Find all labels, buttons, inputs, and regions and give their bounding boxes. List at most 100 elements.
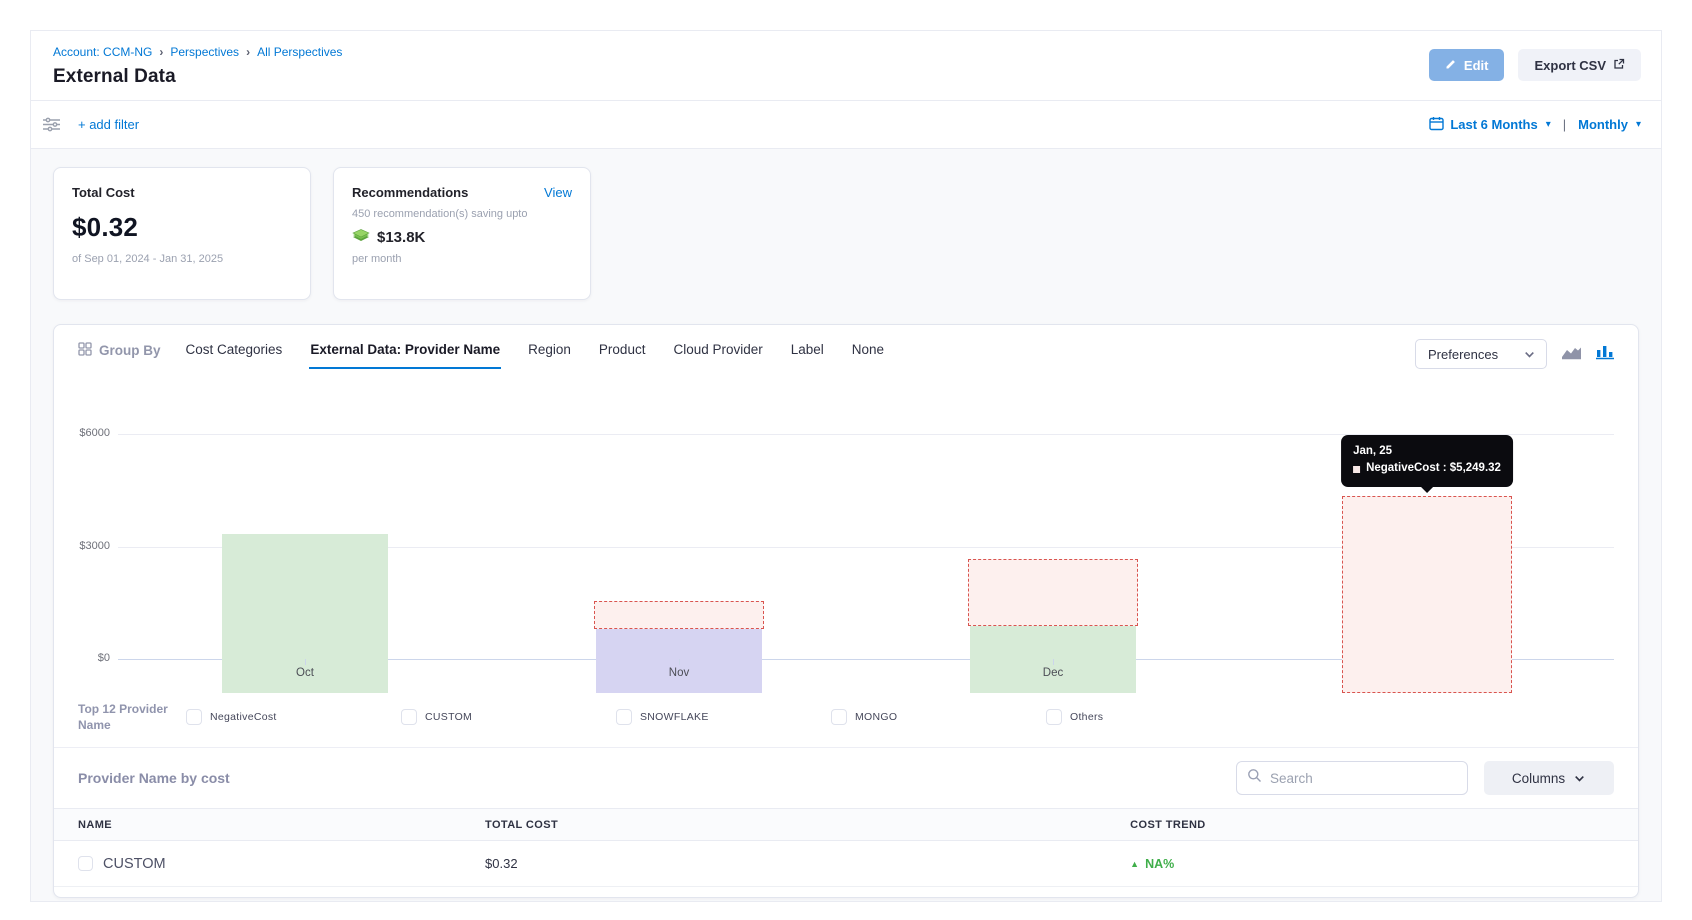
legend-swatch-icon xyxy=(401,709,417,725)
legend-swatch-icon xyxy=(186,709,202,725)
chevron-down-icon xyxy=(1573,772,1586,785)
legend-swatch-icon xyxy=(616,709,632,725)
view-recommendations-link[interactable]: View xyxy=(544,185,572,200)
group-by-tab[interactable]: Product xyxy=(598,339,647,369)
app-root: Account: CCM-NG › Perspectives › All Per… xyxy=(30,30,1662,902)
bar-chart-toggle-icon[interactable] xyxy=(1596,343,1614,365)
legend-swatch-icon xyxy=(1046,709,1062,725)
legend-item-others[interactable]: Others xyxy=(1046,709,1261,725)
legend-items: NegativeCost CUSTOM SNOWFLAKE MONGO Others xyxy=(186,709,1614,725)
total-cost-card: Total Cost $0.32 of Sep 01, 2024 - Jan 3… xyxy=(53,167,311,300)
recommendations-card: Recommendations View 450 recommendation(… xyxy=(333,167,591,300)
group-by-tab[interactable]: Region xyxy=(527,339,572,369)
x-axis-label: Dec xyxy=(1043,667,1063,679)
edit-button[interactable]: Edit xyxy=(1429,49,1505,81)
export-csv-button[interactable]: Export CSV xyxy=(1518,49,1641,81)
chevron-down-icon xyxy=(1523,348,1536,361)
x-axis-tick xyxy=(679,659,680,665)
summary-cards: Total Cost $0.32 of Sep 01, 2024 - Jan 3… xyxy=(53,167,1639,300)
recommendations-label: Recommendations xyxy=(352,185,468,200)
preferences-dropdown[interactable]: Preferences xyxy=(1415,339,1547,369)
area-chart-toggle-icon[interactable] xyxy=(1561,343,1582,365)
cost-chart: Jan, 25 NegativeCost : $5,249.32 $0$3000… xyxy=(54,399,1638,693)
y-axis-label: $6000 xyxy=(70,427,110,439)
perspective-chart-card: Group By Cost Categories External Data: P… xyxy=(53,324,1639,898)
granularity-label: Monthly xyxy=(1578,117,1628,132)
group-by-row: Group By Cost Categories External Data: P… xyxy=(54,325,1638,371)
column-header-cost-trend: COST TREND xyxy=(1130,819,1614,831)
group-by-tabs: Cost Categories External Data: Provider N… xyxy=(185,339,886,369)
legend-label: SNOWFLAKE xyxy=(640,711,709,723)
search-box xyxy=(1236,761,1468,795)
filter-bar: + add filter Last 6 Months ▾ | Monthly ▾ xyxy=(31,101,1661,149)
calendar-icon xyxy=(1429,116,1444,134)
legend-item-mongo[interactable]: MONGO xyxy=(831,709,1046,725)
bar-segment-negativecost[interactable] xyxy=(1342,496,1512,693)
x-axis-label: Nov xyxy=(669,667,689,679)
provider-color-swatch xyxy=(78,856,93,871)
caret-down-icon: ▾ xyxy=(1546,119,1551,130)
column-header-total-cost: TOTAL COST xyxy=(485,819,1130,831)
group-by-tab[interactable]: External Data: Provider Name xyxy=(309,339,501,369)
total-cost-label: Total Cost xyxy=(72,185,292,200)
filter-sliders-icon[interactable] xyxy=(43,117,60,132)
breadcrumb-separator-icon: › xyxy=(246,45,250,59)
export-csv-label: Export CSV xyxy=(1534,58,1606,73)
search-input[interactable] xyxy=(1270,771,1457,786)
preferences-label: Preferences xyxy=(1428,347,1498,362)
x-axis-tick xyxy=(305,659,306,665)
recommendations-summary: 450 recommendation(s) saving upto xyxy=(352,208,572,220)
total-cost-value: $0.32 xyxy=(72,212,292,243)
chart-tooltip: Jan, 25 NegativeCost : $5,249.32 xyxy=(1341,435,1513,488)
bar-segment-negativecost[interactable] xyxy=(594,601,764,630)
group-by-tab[interactable]: None xyxy=(851,339,885,369)
header-left: Account: CCM-NG › Perspectives › All Per… xyxy=(53,45,342,88)
page-header: Account: CCM-NG › Perspectives › All Per… xyxy=(31,31,1661,101)
legend-swatch-icon xyxy=(831,709,847,725)
add-filter-button[interactable]: + add filter xyxy=(78,117,139,132)
group-by-label: Group By xyxy=(78,339,161,359)
total-cost-period: of Sep 01, 2024 - Jan 31, 2025 xyxy=(72,253,292,265)
row-cost-trend: NA% xyxy=(1145,857,1174,871)
search-icon xyxy=(1247,768,1262,788)
breadcrumb-account[interactable]: Account: CCM-NG xyxy=(53,45,152,59)
legend-item-custom[interactable]: CUSTOM xyxy=(401,709,616,725)
bar-segment-negativecost[interactable] xyxy=(968,559,1138,626)
breadcrumb-perspectives[interactable]: Perspectives xyxy=(170,45,239,59)
recommendations-period: per month xyxy=(352,253,572,265)
legend-item-snowflake[interactable]: SNOWFLAKE xyxy=(616,709,831,725)
row-total-cost: $0.32 xyxy=(485,856,1130,871)
group-by-tab[interactable]: Label xyxy=(790,339,825,369)
x-axis-label: Oct xyxy=(296,667,314,679)
grid-icon xyxy=(78,342,92,359)
breadcrumb-all-perspectives[interactable]: All Perspectives xyxy=(257,45,342,59)
granularity-dropdown[interactable]: Monthly ▾ xyxy=(1578,117,1641,132)
legend-label: NegativeCost xyxy=(210,711,277,723)
table-title: Provider Name by cost xyxy=(78,770,230,786)
y-axis-label: $3000 xyxy=(70,540,110,552)
table-header-row: NAME TOTAL COST COST TREND xyxy=(54,808,1638,841)
tooltip-title: Jan, 25 xyxy=(1353,443,1501,461)
external-link-icon xyxy=(1613,58,1625,73)
table-row[interactable]: CUSTOM $0.32 ▲ NA% xyxy=(54,841,1638,887)
tooltip-series-swatch-icon xyxy=(1353,466,1360,473)
group-by-tab[interactable]: Cloud Provider xyxy=(672,339,763,369)
tooltip-arrow xyxy=(1420,486,1434,493)
legend-label: MONGO xyxy=(855,711,897,723)
tooltip-text: NegativeCost : $5,249.32 xyxy=(1366,460,1501,478)
divider: | xyxy=(1563,117,1566,132)
legend-item-negativecost[interactable]: NegativeCost xyxy=(186,709,401,725)
group-by-tab[interactable]: Cost Categories xyxy=(185,339,284,369)
chart-legend: Top 12 Provider Name NegativeCostCUSTOMS… xyxy=(54,693,1638,733)
x-axis-tick xyxy=(1053,659,1054,665)
page-title: External Data xyxy=(53,66,342,88)
columns-button-label: Columns xyxy=(1512,771,1565,786)
time-range-dropdown[interactable]: Last 6 Months ▾ xyxy=(1429,116,1550,134)
legend-label: CUSTOM xyxy=(425,711,472,723)
money-icon xyxy=(352,228,370,246)
trend-up-icon: ▲ xyxy=(1130,859,1139,869)
columns-button[interactable]: Columns xyxy=(1484,761,1614,795)
header-actions: Edit Export CSV xyxy=(1429,49,1641,81)
provider-name: CUSTOM xyxy=(103,856,166,872)
legend-label: Others xyxy=(1070,711,1103,723)
